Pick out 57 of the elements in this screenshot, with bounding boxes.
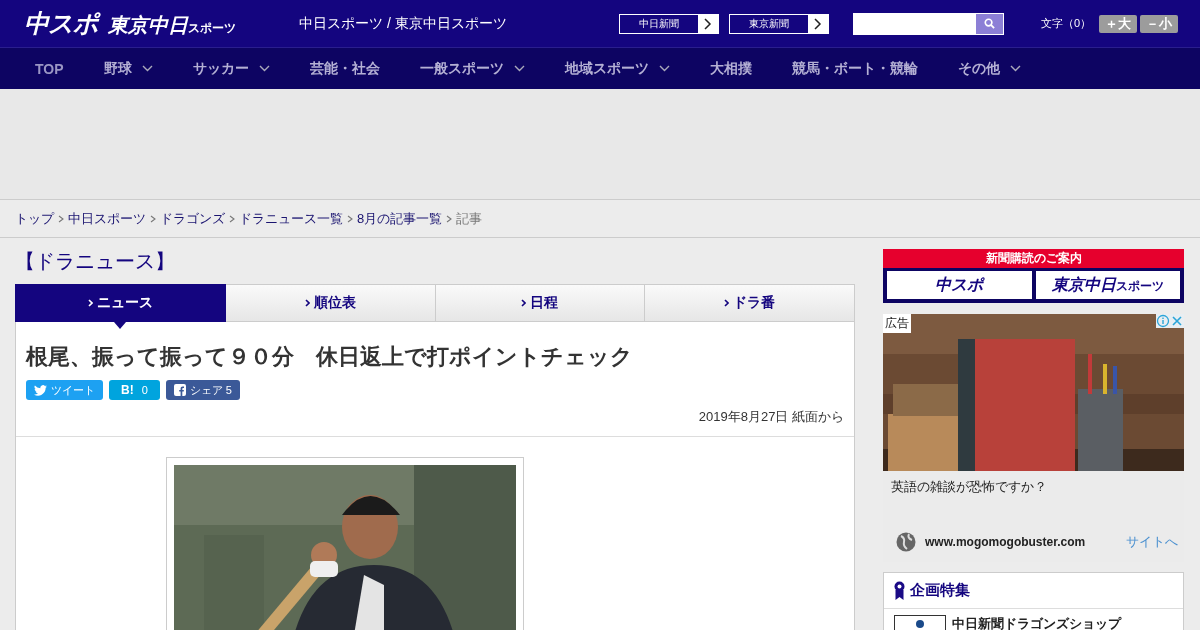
newspaper-logo[interactable]: 中スポ xyxy=(887,271,1032,299)
feature-heading: 企画特集 xyxy=(910,581,970,600)
f-logo-icon xyxy=(173,384,186,396)
breadcrumb-link[interactable]: ドラゴンズ xyxy=(160,209,225,228)
award-ribbon-icon xyxy=(894,581,905,600)
subscribe-banner[interactable]: 新聞購読のご案内 中スポ 東京中日スポーツ xyxy=(883,249,1184,303)
tab-pointer-icon xyxy=(114,322,126,329)
search-field[interactable] xyxy=(853,12,1004,35)
subscribe-heading: 新聞購読のご案内 xyxy=(883,249,1184,268)
site-logo[interactable]: 中スポ 東京中日スポーツ xyxy=(24,7,284,40)
ad-headline: 英語の雑談が恐怖ですか？ xyxy=(890,478,1048,496)
site-tagline: 中日スポーツ / 東京中日スポーツ xyxy=(299,14,508,33)
newspaper-logo[interactable]: 東京中日スポーツ xyxy=(1035,271,1180,299)
newspaper-link[interactable]: 中日新聞 xyxy=(619,13,719,34)
tab[interactable]: 日程 xyxy=(435,284,646,322)
chevron-right-icon xyxy=(58,214,64,223)
ad-badge: 広告 xyxy=(883,314,911,333)
share-button[interactable]: シェア 5 xyxy=(165,380,240,400)
nav-item[interactable]: 一般スポーツ xyxy=(419,59,525,78)
chevron-right-icon xyxy=(87,299,93,307)
chevron-right-icon xyxy=(521,299,527,307)
nav-item[interactable]: 地域スポーツ xyxy=(564,59,670,78)
breadcrumb-current: 記事 xyxy=(456,209,483,228)
nav-item[interactable]: 芸能・社会 xyxy=(309,59,380,78)
tab[interactable]: ニュース xyxy=(15,284,226,322)
nav-item[interactable]: その他 xyxy=(957,59,1021,78)
breadcrumb-link[interactable]: 8月の記事一覧 xyxy=(357,209,443,228)
article-title: 根尾、振って振って９０分 休日返上で打ポイントチェック xyxy=(26,343,634,371)
ad-url: www.mogomogobuster.com xyxy=(925,535,1087,549)
bird-icon xyxy=(34,384,47,396)
globe-icon xyxy=(896,532,916,552)
font-size-label: 文字（0） xyxy=(1041,16,1092,31)
chevron-right-icon xyxy=(347,214,353,223)
nav-item[interactable]: 野球 xyxy=(103,59,153,78)
nav-item[interactable]: 競馬・ボート・競輪 xyxy=(791,59,918,78)
tab[interactable]: 順位表 xyxy=(225,284,436,322)
section-title: 【ドラニュース】 xyxy=(15,249,176,274)
chevron-right-icon xyxy=(814,17,822,30)
newspaper-link[interactable]: 東京新聞 xyxy=(729,13,829,34)
chevron-right-icon xyxy=(724,299,730,307)
search-button[interactable] xyxy=(976,13,1003,34)
nav-item[interactable]: TOP xyxy=(35,60,64,77)
search-icon xyxy=(984,18,995,29)
breadcrumb-link[interactable]: ドラニュース一覧 xyxy=(239,209,343,228)
chevron-right-icon xyxy=(704,17,712,30)
chevron-right-icon xyxy=(304,299,310,307)
feature-link[interactable]: 中日新聞ドラゴンズショップ xyxy=(952,615,1121,630)
tab[interactable]: ドラ番 xyxy=(645,284,855,322)
ad-info-icon[interactable] xyxy=(1156,314,1184,328)
nav-item[interactable]: 大相撲 xyxy=(709,59,752,78)
nav-item[interactable]: サッカー xyxy=(192,59,270,78)
chevron-right-icon xyxy=(229,214,235,223)
chevron-right-icon xyxy=(446,214,453,223)
chevron-right-icon xyxy=(150,214,156,223)
breadcrumb-link[interactable]: 中日スポーツ xyxy=(68,209,146,228)
article-date: 2019年8月27日 紙面から xyxy=(697,408,844,426)
breadcrumb-link[interactable]: トップ xyxy=(15,209,54,228)
